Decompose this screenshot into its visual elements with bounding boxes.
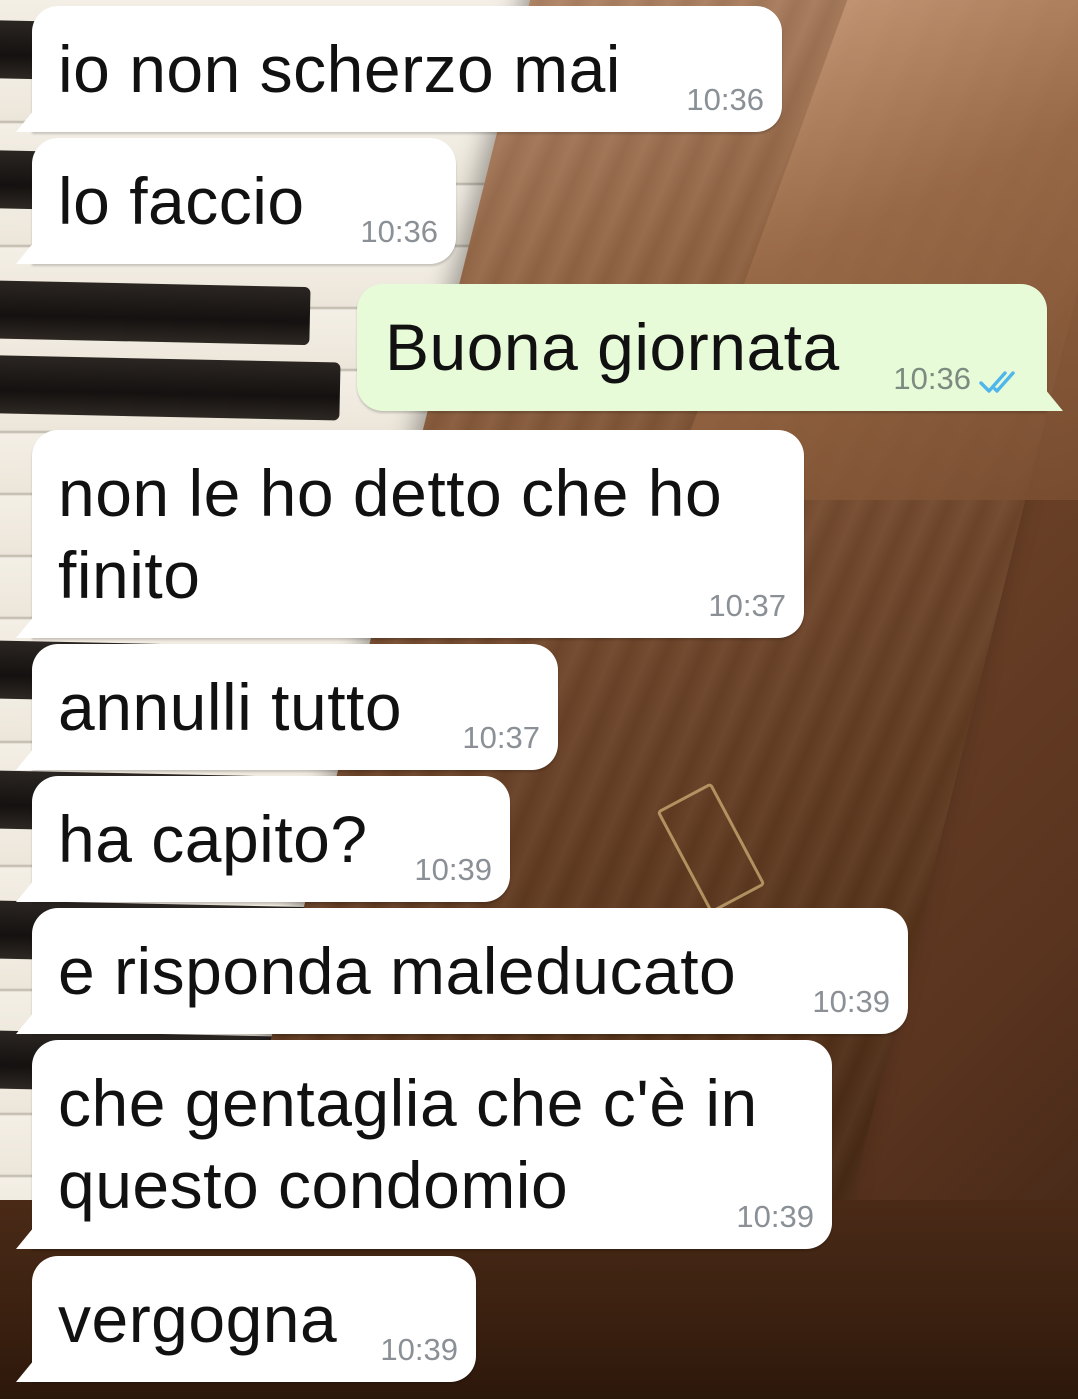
message-timestamp: 10:39: [812, 984, 890, 1019]
message-timestamp: 10:36: [893, 361, 971, 396]
message-text: lo faccio: [58, 164, 305, 238]
message-bubble-incoming[interactable]: ha capito? 10:39: [16, 776, 510, 902]
message-bubble-incoming[interactable]: vergogna 10:39: [16, 1256, 476, 1382]
message-timestamp: 10:39: [736, 1199, 814, 1234]
message-text: non le ho detto che ho finito: [58, 456, 723, 612]
message-text: annulli tutto: [58, 670, 403, 744]
message-bubble-incoming[interactable]: non le ho detto che ho finito 10:37: [16, 430, 804, 638]
message-bubble-outgoing[interactable]: Buona giornata 10:36: [357, 284, 1063, 411]
message-text: vergogna: [58, 1282, 338, 1356]
message-bubble-incoming[interactable]: lo faccio 10:36: [16, 138, 456, 264]
message-bubble-incoming[interactable]: che gentaglia che c'è in questo condomio…: [16, 1040, 832, 1249]
message-text: che gentaglia che c'è in questo condomio: [58, 1066, 758, 1222]
message-timestamp: 10:36: [360, 214, 438, 249]
message-timestamp: 10:36: [686, 82, 764, 117]
message-timestamp: 10:37: [462, 720, 540, 755]
message-bubble-incoming[interactable]: e risponda maleducato 10:39: [16, 908, 908, 1034]
message-text: e risponda maleducato: [58, 934, 737, 1008]
message-text: ha capito?: [58, 802, 368, 876]
message-list[interactable]: io non scherzo mai 10:36 lo faccio 10:36…: [0, 0, 1078, 1399]
message-timestamp: 10:39: [414, 852, 492, 887]
message-text: io non scherzo mai: [58, 32, 621, 106]
double-check-icon: [979, 371, 1015, 393]
message-timestamp: 10:39: [380, 1332, 458, 1367]
message-bubble-incoming[interactable]: annulli tutto 10:37: [16, 644, 558, 770]
message-text: Buona giornata: [385, 310, 840, 384]
message-bubble-incoming[interactable]: io non scherzo mai 10:36: [16, 6, 782, 132]
message-timestamp: 10:37: [708, 588, 786, 623]
